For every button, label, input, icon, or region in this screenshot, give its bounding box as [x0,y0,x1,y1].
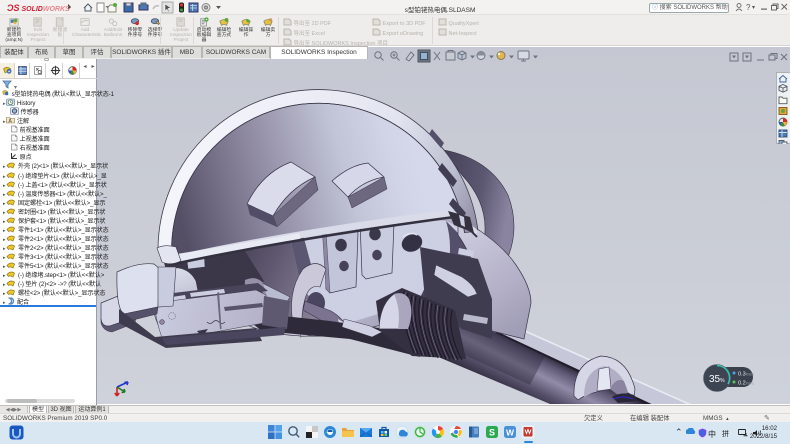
svg-text:S: S [489,428,495,438]
svg-text:W: W [506,428,515,438]
svg-text:▾: ▾ [752,5,755,11]
svg-text:?: ? [746,3,751,12]
